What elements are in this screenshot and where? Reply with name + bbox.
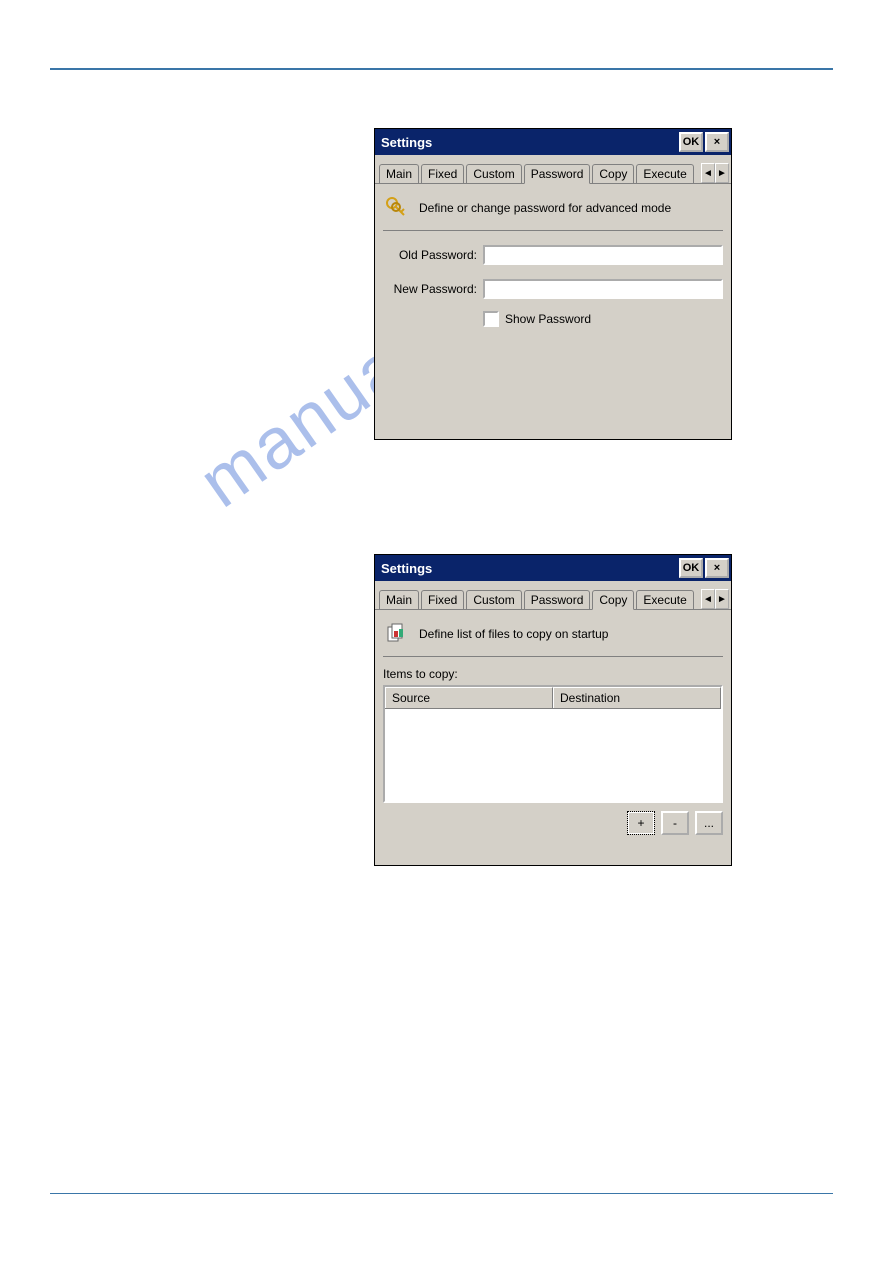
tab-fixed[interactable]: Fixed xyxy=(421,164,464,183)
tab-scroll-right[interactable]: ► xyxy=(715,163,729,183)
tab-fixed[interactable]: Fixed xyxy=(421,590,464,609)
more-button[interactable]: ... xyxy=(695,811,723,835)
description-text: Define or change password for advanced m… xyxy=(419,201,671,215)
tab-main[interactable]: Main xyxy=(379,590,419,609)
titlebar: Settings OK × xyxy=(375,555,731,581)
settings-dialog-copy: Settings OK × Main Fixed Custom Password… xyxy=(374,554,732,866)
items-to-copy-label: Items to copy: xyxy=(383,667,723,681)
tab-password[interactable]: Password xyxy=(524,590,591,609)
tab-scroll-left[interactable]: ◄ xyxy=(701,163,715,183)
ok-button[interactable]: OK xyxy=(679,132,703,152)
new-password-label: New Password: xyxy=(383,282,483,296)
tab-scroll-left[interactable]: ◄ xyxy=(701,589,715,609)
old-password-row: Old Password: xyxy=(383,245,723,265)
new-password-input[interactable] xyxy=(483,279,723,299)
tab-custom[interactable]: Custom xyxy=(466,590,521,609)
close-button[interactable]: × xyxy=(705,132,729,152)
description-row: Define list of files to copy on startup xyxy=(383,616,723,657)
column-destination[interactable]: Destination xyxy=(553,687,721,708)
tab-content: Define or change password for advanced m… xyxy=(375,183,731,333)
table-header: Source Destination xyxy=(385,687,721,709)
show-password-row: Show Password xyxy=(483,311,723,327)
tab-scroll-right[interactable]: ► xyxy=(715,589,729,609)
tab-bar: Main Fixed Custom Password Copy Execute … xyxy=(375,155,731,183)
tab-main[interactable]: Main xyxy=(379,164,419,183)
old-password-label: Old Password: xyxy=(383,248,483,262)
tab-content: Define list of files to copy on startup … xyxy=(375,609,731,841)
show-password-label: Show Password xyxy=(505,312,591,326)
tab-bar: Main Fixed Custom Password Copy Execute … xyxy=(375,581,731,609)
copy-files-icon xyxy=(383,620,411,648)
description-row: Define or change password for advanced m… xyxy=(383,190,723,231)
dialog-title: Settings xyxy=(381,561,677,576)
old-password-input[interactable] xyxy=(483,245,723,265)
keys-icon xyxy=(383,194,411,222)
page-divider-bottom xyxy=(50,1193,833,1194)
settings-dialog-password: Settings OK × Main Fixed Custom Password… xyxy=(374,128,732,440)
close-button[interactable]: × xyxy=(705,558,729,578)
remove-item-button[interactable]: - xyxy=(661,811,689,835)
page-divider-top xyxy=(50,68,833,70)
tab-custom[interactable]: Custom xyxy=(466,164,521,183)
tab-execute[interactable]: Execute xyxy=(636,164,693,183)
table-buttons: + - ... xyxy=(383,811,723,835)
tab-password[interactable]: Password xyxy=(524,164,591,184)
ok-button[interactable]: OK xyxy=(679,558,703,578)
titlebar: Settings OK × xyxy=(375,129,731,155)
description-text: Define list of files to copy on startup xyxy=(419,627,608,641)
show-password-checkbox[interactable] xyxy=(483,311,499,327)
add-item-button[interactable]: + xyxy=(627,811,655,835)
tab-copy[interactable]: Copy xyxy=(592,590,634,610)
column-source[interactable]: Source xyxy=(385,687,553,708)
tab-copy[interactable]: Copy xyxy=(592,164,634,183)
new-password-row: New Password: xyxy=(383,279,723,299)
tab-execute[interactable]: Execute xyxy=(636,590,693,609)
copy-items-table[interactable]: Source Destination xyxy=(383,685,723,803)
dialog-title: Settings xyxy=(381,135,677,150)
